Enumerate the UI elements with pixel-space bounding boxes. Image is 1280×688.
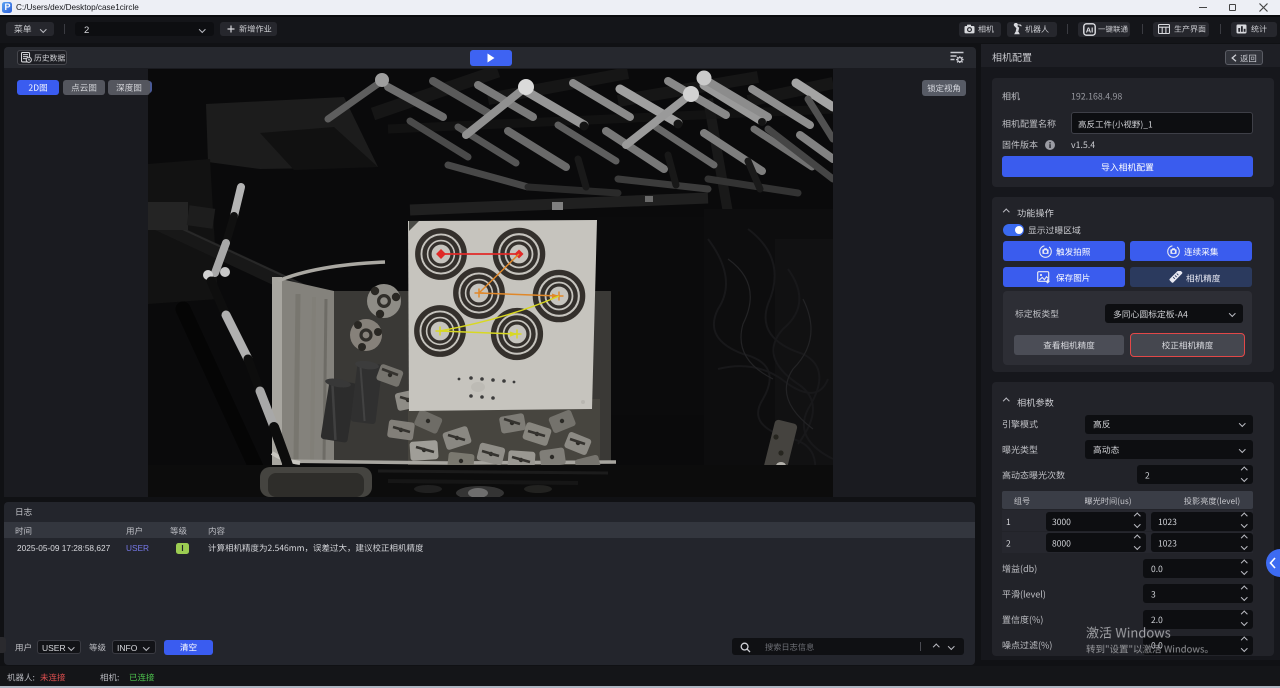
svg-text:AI: AI xyxy=(1086,25,1094,34)
